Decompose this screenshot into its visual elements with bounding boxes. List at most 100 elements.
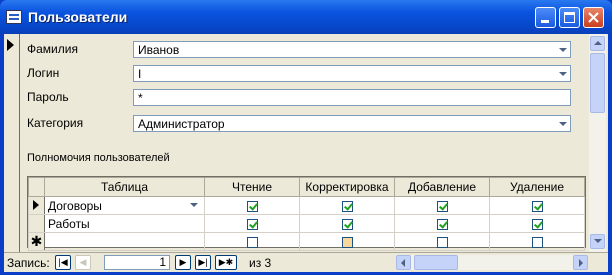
- column-header-read[interactable]: Чтение: [204, 177, 300, 197]
- chevron-down-icon[interactable]: [187, 199, 200, 211]
- category-combobox[interactable]: Администратор: [133, 115, 571, 132]
- user-form: Фамилия Иванов Логин I Пароль * Категори…: [20, 34, 589, 252]
- add-checkbox[interactable]: [436, 200, 448, 212]
- edit-checkbox[interactable]: [341, 236, 353, 248]
- add-checkbox[interactable]: [436, 218, 448, 230]
- read-checkbox[interactable]: [246, 218, 258, 230]
- login-label: Логин: [27, 66, 60, 80]
- column-header-add[interactable]: Добавление: [394, 177, 490, 197]
- password-label: Пароль: [27, 90, 69, 104]
- edit-cell: [299, 232, 395, 251]
- chevron-right-icon: [579, 259, 583, 267]
- delete-checkbox[interactable]: [531, 200, 543, 212]
- delete-cell: [489, 232, 585, 251]
- new-record-icon: ✱: [30, 233, 43, 249]
- close-button[interactable]: [583, 7, 604, 28]
- column-header-table[interactable]: Таблица: [44, 177, 205, 197]
- delete-checkbox[interactable]: [531, 236, 543, 248]
- close-icon: [588, 12, 599, 23]
- scroll-thumb[interactable]: [414, 255, 458, 270]
- edit-checkbox[interactable]: [341, 200, 353, 212]
- delete-cell: [489, 214, 585, 233]
- edit-cell: [299, 196, 395, 215]
- table-name-cell[interactable]: Договоры: [44, 196, 205, 215]
- read-checkbox[interactable]: [246, 200, 258, 212]
- minimize-button[interactable]: [535, 7, 556, 28]
- maximize-button[interactable]: [559, 7, 580, 28]
- header-selector[interactable]: [28, 177, 45, 197]
- users-window: Пользователи Фамилия Иванов Логин I Паро…: [0, 0, 612, 275]
- table-name-value: Работы: [48, 216, 90, 231]
- scroll-thumb[interactable]: [590, 53, 605, 113]
- read-cell: [204, 232, 300, 251]
- new-row-selector[interactable]: ✱: [28, 232, 45, 251]
- row-selector[interactable]: [28, 196, 45, 215]
- new-record-row: ✱: [28, 232, 585, 251]
- chevron-down-icon[interactable]: [556, 117, 569, 130]
- scroll-left-button[interactable]: [396, 255, 411, 270]
- category-label: Категория: [27, 116, 84, 130]
- delete-checkbox[interactable]: [531, 218, 543, 230]
- surname-value: Иванов: [138, 43, 180, 57]
- form-icon[interactable]: [6, 10, 22, 24]
- password-field[interactable]: *: [133, 89, 571, 106]
- chevron-down-icon[interactable]: [556, 67, 569, 80]
- add-cell: [394, 214, 490, 233]
- next-record-icon: ▶: [179, 257, 187, 267]
- vertical-scrollbar[interactable]: [589, 34, 606, 252]
- record-label: Запись:: [7, 256, 50, 270]
- chevron-down-icon[interactable]: [556, 43, 569, 56]
- delete-cell: [489, 196, 585, 215]
- password-value: *: [138, 91, 143, 105]
- scroll-up-button[interactable]: [590, 36, 605, 51]
- add-cell: [394, 196, 490, 215]
- category-value: Администратор: [138, 117, 225, 131]
- scroll-right-button[interactable]: [573, 255, 588, 270]
- surname-label: Фамилия: [27, 42, 78, 56]
- chevron-up-icon: [594, 41, 602, 45]
- current-row-arrow-icon: [33, 200, 39, 210]
- previous-record-icon: ◀: [79, 257, 87, 267]
- horizontal-scrollbar[interactable]: [396, 255, 588, 270]
- add-cell: [394, 232, 490, 251]
- last-record-icon: ▶|: [198, 257, 208, 267]
- permissions-label: Полномочия пользователей: [27, 152, 170, 164]
- table-row: Договоры: [28, 196, 585, 215]
- first-record-button[interactable]: |◀: [55, 255, 71, 270]
- permissions-table: Таблица Чтение Корректировка Добавление …: [28, 177, 585, 251]
- table-header-row: Таблица Чтение Корректировка Добавление …: [28, 177, 585, 197]
- scroll-down-button[interactable]: [590, 234, 605, 249]
- table-name-cell[interactable]: Работы: [44, 214, 205, 233]
- title-bar[interactable]: Пользователи: [0, 0, 612, 34]
- login-value: I: [138, 67, 142, 81]
- chevron-down-icon: [594, 239, 602, 243]
- current-record-arrow-icon: [7, 39, 14, 51]
- new-record-icon: ▶✱: [218, 257, 234, 267]
- record-navigation-bar: Запись: |◀ ◀ 1 ▶ ▶| ▶✱ из 3: [4, 252, 608, 272]
- table-row: Работы: [28, 214, 585, 233]
- record-number-input[interactable]: 1: [104, 255, 170, 270]
- table-name-cell[interactable]: [44, 232, 205, 251]
- record-selector[interactable]: [4, 34, 20, 252]
- next-record-button[interactable]: ▶: [175, 255, 191, 270]
- add-checkbox[interactable]: [436, 236, 448, 248]
- form-client-area: Фамилия Иванов Логин I Пароль * Категори…: [4, 34, 608, 272]
- last-record-button[interactable]: ▶|: [195, 255, 211, 270]
- new-record-button[interactable]: ▶✱: [215, 255, 237, 270]
- surname-combobox[interactable]: Иванов: [133, 41, 571, 58]
- row-selector[interactable]: [28, 214, 45, 233]
- read-cell: [204, 214, 300, 233]
- edit-checkbox[interactable]: [341, 218, 353, 230]
- read-cell: [204, 196, 300, 215]
- table-name-value: Договоры: [48, 198, 102, 213]
- first-record-icon: |◀: [58, 257, 68, 267]
- edit-cell: [299, 214, 395, 233]
- window-title: Пользователи: [28, 9, 128, 25]
- record-count: из 3: [249, 256, 272, 270]
- previous-record-button[interactable]: ◀: [75, 255, 91, 270]
- column-header-delete[interactable]: Удаление: [489, 177, 585, 197]
- column-header-edit[interactable]: Корректировка: [299, 177, 395, 197]
- login-combobox[interactable]: I: [133, 65, 571, 82]
- read-checkbox[interactable]: [246, 236, 258, 248]
- permissions-subform: Таблица Чтение Корректировка Добавление …: [27, 176, 586, 251]
